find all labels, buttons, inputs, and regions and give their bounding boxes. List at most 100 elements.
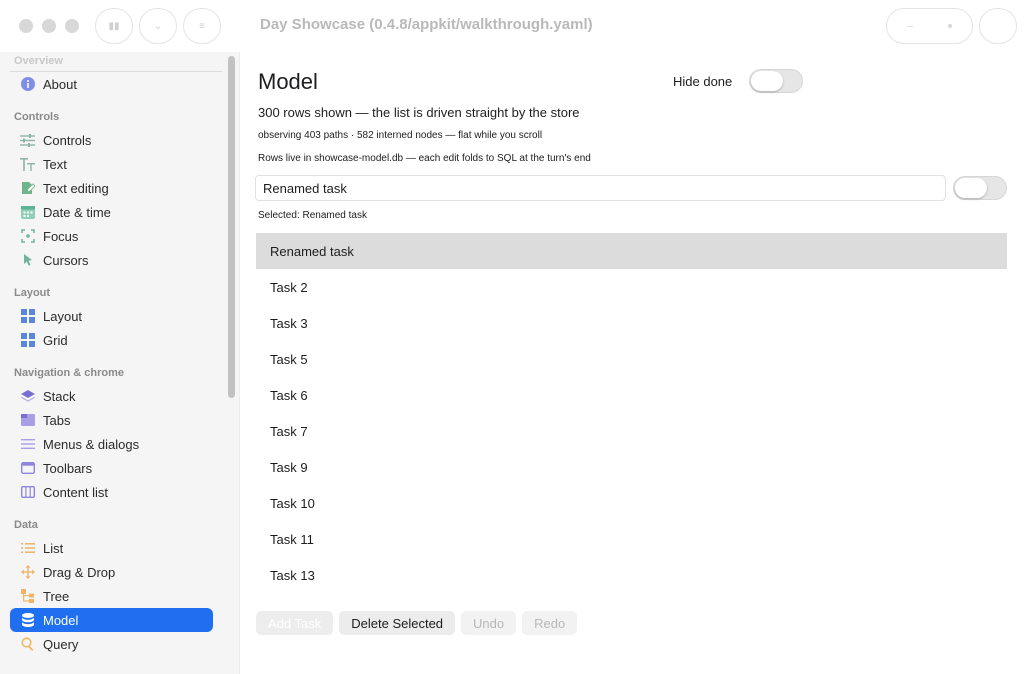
sidebar: Overview About Controls Controls Text Te… (0, 52, 240, 674)
section-overview: Overview (14, 55, 63, 67)
task-row[interactable]: Task 13 (256, 557, 1007, 593)
delete-selected-button[interactable]: Delete Selected (339, 611, 456, 635)
task-row[interactable]: Task 3 (256, 305, 1007, 341)
task-row[interactable]: Task 7 (256, 413, 1007, 449)
dot-icon (948, 24, 952, 28)
sidebar-item-grid[interactable]: Grid (10, 328, 213, 352)
window-title: Day Showcase (0.4.8/appkit/walkthrough.y… (260, 16, 593, 33)
database-icon (20, 613, 35, 628)
hide-done-label: Hide done (673, 74, 733, 89)
chevron-icon: ⌄ (153, 20, 163, 32)
sidebar-item-stack[interactable]: Stack (10, 384, 213, 408)
sidebar-item-list[interactable]: List (10, 536, 213, 560)
sidebar-item-tree[interactable]: Tree (10, 584, 213, 608)
magnifier-icon (20, 637, 35, 652)
sidebar-item-label: Layout (43, 308, 83, 324)
title-bar: ▮▮ ⌄ ≡ Day Showcase (0.4.8/appkit/walkth… (0, 0, 1024, 52)
grid-icon (20, 333, 35, 348)
selected-task-label: Selected: Renamed task (258, 210, 367, 221)
sidebar-item-label: Tree (43, 588, 70, 604)
redo-button[interactable]: Redo (522, 611, 578, 635)
sidebar-item-label: Model (43, 612, 79, 628)
sidebar-item-label: Menus & dialogs (43, 436, 140, 452)
pause-icon: ▮▮ (108, 20, 120, 32)
task-row[interactable]: Task 2 (256, 269, 1007, 305)
focus-icon (20, 229, 35, 244)
sidebar-item-controls[interactable]: Controls (10, 128, 213, 152)
sidebar-item-about[interactable]: About (10, 72, 213, 96)
task-row[interactable]: Task 11 (256, 521, 1007, 557)
sidebar-scrollbar[interactable] (228, 56, 235, 398)
toolbar-segmented-control[interactable] (886, 8, 973, 44)
sidebar-item-cursors[interactable]: Cursors (10, 248, 213, 272)
add-task-button[interactable]: Add Task (256, 611, 334, 635)
sidebar-item-label: About (43, 76, 77, 92)
menu-icon: ≡ (199, 20, 205, 32)
toggle-knob (955, 178, 987, 198)
hide-done-toggle[interactable] (749, 69, 803, 93)
page-title: Model (258, 69, 318, 94)
main-content: Model Hide done 300 rows shown — the lis… (241, 52, 1024, 674)
toolbar-menu-button[interactable]: ≡ (183, 8, 221, 44)
info-icon (20, 77, 35, 92)
close-window-button[interactable] (19, 19, 33, 33)
sidebar-item-label: Focus (43, 228, 79, 244)
sliders-icon (20, 133, 35, 148)
task-row[interactable]: Renamed task (256, 233, 1007, 269)
menu-lines-icon (20, 437, 35, 452)
stack-icon (20, 389, 35, 404)
section-layout: Layout (14, 287, 51, 299)
text-icon (20, 157, 35, 172)
edit-icon (20, 181, 35, 196)
calendar-icon (20, 205, 35, 220)
sidebar-item-text-editing[interactable]: Text editing (10, 176, 213, 200)
task-list: Renamed task Task 2 Task 3 Task 5 Task 6… (256, 233, 1007, 593)
toolbar-chevron-button[interactable]: ⌄ (139, 8, 177, 44)
minus-icon (907, 26, 913, 27)
sidebar-item-text[interactable]: Text (10, 152, 213, 176)
move-icon (20, 565, 35, 580)
toolbar-circle-button[interactable] (979, 8, 1017, 44)
task-row[interactable]: Task 10 (256, 485, 1007, 521)
task-row[interactable]: Task 6 (256, 377, 1007, 413)
sidebar-item-query[interactable]: Query (10, 632, 213, 656)
storage-info: Rows live in showcase-model.db — each ed… (258, 153, 591, 164)
sidebar-item-label: Text (43, 156, 67, 172)
section-navigation-chrome: Navigation & chrome (14, 367, 125, 379)
columns-icon (20, 485, 35, 500)
task-row[interactable]: Task 9 (256, 449, 1007, 485)
undo-button[interactable]: Undo (461, 611, 517, 635)
minimize-window-button[interactable] (42, 19, 56, 33)
sidebar-item-date-time[interactable]: Date & time (10, 200, 213, 224)
sidebar-item-label: Controls (43, 132, 92, 148)
sidebar-item-model[interactable]: Model (10, 608, 213, 632)
section-controls: Controls (14, 111, 60, 123)
action-buttons: Add Task Delete Selected Undo Redo (256, 611, 578, 635)
tree-icon (20, 589, 35, 604)
sidebar-item-label: Content list (43, 484, 109, 500)
sidebar-item-label: Grid (43, 332, 68, 348)
sidebar-item-content-list[interactable]: Content list (10, 480, 213, 504)
sidebar-item-label: Toolbars (43, 460, 93, 476)
sidebar-item-focus[interactable]: Focus (10, 224, 213, 248)
sidebar-item-label: Drag & Drop (43, 564, 116, 580)
sidebar-item-label: Stack (43, 388, 76, 404)
sidebar-item-toolbars[interactable]: Toolbars (10, 456, 213, 480)
sidebar-item-drag-drop[interactable]: Drag & Drop (10, 560, 213, 584)
sidebar-item-menus-dialogs[interactable]: Menus & dialogs (10, 432, 213, 456)
task-done-toggle[interactable] (953, 176, 1007, 200)
zoom-window-button[interactable] (65, 19, 79, 33)
observing-info: observing 403 paths · 582 interned nodes… (258, 130, 543, 141)
list-icon (20, 541, 35, 556)
sidebar-item-tabs[interactable]: Tabs (10, 408, 213, 432)
sidebar-item-label: List (43, 540, 64, 556)
tabs-icon (20, 413, 35, 428)
layout-icon (20, 309, 35, 324)
task-name-input[interactable] (255, 175, 946, 201)
sidebar-item-label: Query (43, 636, 79, 652)
sidebar-item-layout[interactable]: Layout (10, 304, 213, 328)
toggle-knob (751, 71, 783, 91)
toolbar-pause-button[interactable]: ▮▮ (95, 8, 133, 44)
task-row[interactable]: Task 5 (256, 341, 1007, 377)
cursor-icon (20, 253, 35, 268)
